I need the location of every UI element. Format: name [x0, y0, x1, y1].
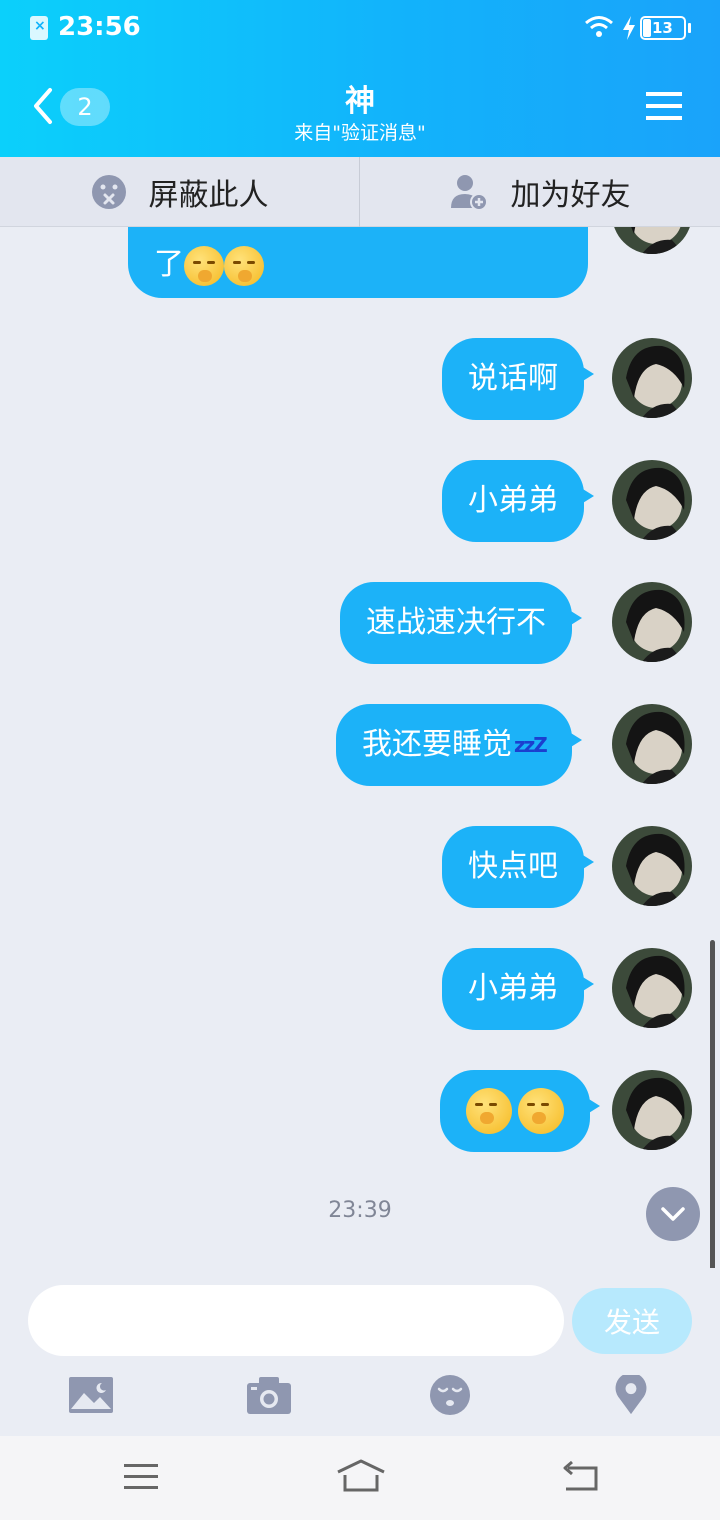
chat-header: × 23:56 13 2 神 来自"验证消息"	[0, 0, 720, 157]
sent-message[interactable]: 速战速决行不	[340, 582, 582, 664]
scroll-to-bottom-button[interactable]	[646, 1187, 700, 1241]
message-list[interactable]: 了 说话啊 小弟弟 速战速决行不 我还要睡觉 zzZ 快点吧 小弟弟 23:39	[0, 227, 720, 1268]
stranger-action-bar: 屏蔽此人 加为好友	[0, 157, 720, 227]
system-nav-bar	[0, 1436, 720, 1520]
send-button[interactable]: 发送	[572, 1288, 692, 1354]
sent-message[interactable]: 快点吧	[442, 826, 594, 908]
sent-message[interactable]: 我还要睡觉 zzZ	[336, 704, 582, 786]
block-user-label: 屏蔽此人	[148, 178, 269, 213]
hamburger-menu-icon[interactable]	[646, 90, 682, 122]
block-user-button[interactable]: 屏蔽此人	[0, 157, 359, 227]
my-avatar[interactable]	[612, 338, 692, 418]
menu-icon[interactable]	[122, 1458, 162, 1494]
charging-icon	[623, 16, 635, 40]
shy-face-emoji	[466, 1088, 512, 1134]
message-timestamp: 23:39	[328, 1198, 392, 1223]
message-input[interactable]	[28, 1285, 564, 1356]
my-avatar[interactable]	[612, 1070, 692, 1150]
input-area: 发送	[0, 1268, 720, 1436]
add-friend-icon	[450, 175, 488, 211]
chat-title: 神	[345, 84, 375, 119]
shy-face-emoji	[224, 245, 264, 286]
location-icon[interactable]	[608, 1375, 654, 1415]
emoji-icon[interactable]	[428, 1375, 474, 1415]
battery-level: 13	[652, 19, 673, 37]
sim-card-icon: ×	[30, 16, 48, 40]
message-text: 快点吧	[468, 849, 558, 884]
my-avatar[interactable]	[612, 948, 692, 1028]
my-avatar[interactable]	[612, 460, 692, 540]
status-bar: × 23:56 13	[0, 0, 720, 56]
chat-subtitle: 来自"验证消息"	[294, 122, 426, 144]
add-friend-button[interactable]: 加为好友	[360, 157, 719, 227]
chevron-down-icon	[661, 1207, 685, 1221]
sent-message[interactable]: 小弟弟	[442, 948, 594, 1030]
image-icon[interactable]	[68, 1375, 114, 1415]
my-avatar[interactable]	[612, 826, 692, 906]
battery-icon: 13	[640, 16, 686, 40]
message-text: 小弟弟	[468, 483, 558, 518]
back-icon[interactable]	[560, 1458, 600, 1494]
sent-message[interactable]: 小弟弟	[442, 460, 594, 542]
shy-face-emoji	[184, 245, 224, 286]
received-message[interactable]: 了	[128, 227, 588, 298]
my-avatar[interactable]	[612, 582, 692, 662]
my-avatar[interactable]	[612, 704, 692, 784]
home-icon[interactable]	[336, 1458, 386, 1494]
sender-avatar[interactable]	[612, 227, 692, 254]
wifi-icon	[585, 16, 613, 37]
block-face-icon	[91, 175, 126, 209]
sent-message[interactable]: 说话啊	[442, 338, 594, 420]
message-text: 速战速决行不	[366, 605, 546, 640]
shy-face-emoji	[518, 1088, 564, 1134]
message-text: 说话啊	[468, 361, 558, 396]
status-time: 23:56	[58, 12, 141, 42]
message-text: 我还要睡觉	[362, 727, 512, 762]
add-friend-label: 加为好友	[510, 178, 631, 213]
scrollbar[interactable]	[710, 940, 715, 1268]
sent-emoji-message[interactable]	[440, 1070, 600, 1152]
sleeping-emoji: zzZ	[514, 733, 548, 757]
message-text: 了	[154, 247, 184, 282]
camera-icon[interactable]	[246, 1375, 292, 1415]
message-text: 小弟弟	[468, 971, 558, 1006]
